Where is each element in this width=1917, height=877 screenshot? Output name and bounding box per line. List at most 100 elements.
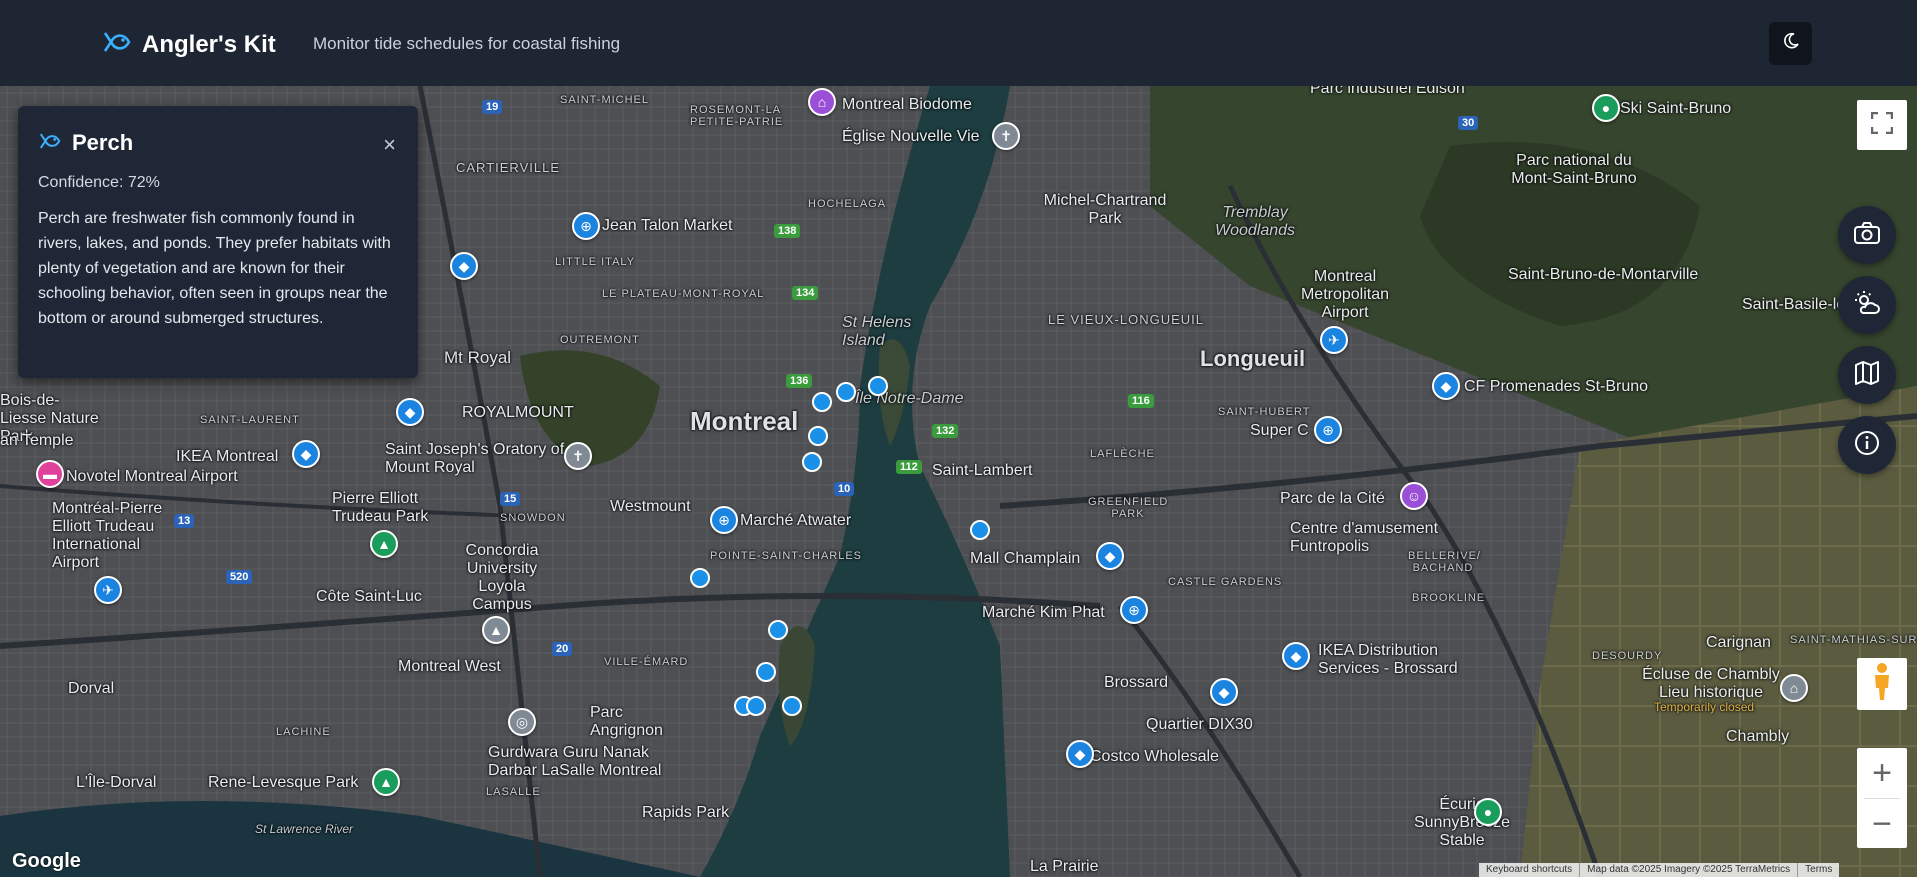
map-data-text: Map data ©2025 Imagery ©2025 TerraMetric… — [1580, 863, 1799, 877]
route-shield: 132 — [932, 424, 959, 438]
landmark-pin[interactable]: ⌂ — [1780, 674, 1808, 702]
map-label-parc-angrignon: Parc Angrignon — [590, 704, 663, 739]
map-label-longueuil: Longueuil — [1200, 346, 1306, 371]
amusement-pin[interactable]: ☺ — [1400, 482, 1428, 510]
google-logo[interactable]: Google — [12, 850, 81, 873]
map-label-rapids-park: Rapids Park — [642, 804, 730, 821]
school-pin[interactable]: ▲ — [482, 616, 510, 644]
fishing-spot-marker[interactable] — [690, 568, 710, 588]
moon-icon — [1782, 32, 1800, 55]
pegman-icon — [1871, 662, 1893, 707]
route-shield: 520 — [226, 570, 253, 584]
map-label-ecluse: Écluse de Chambly Lieu historique — [1642, 666, 1780, 701]
fishing-spot-marker[interactable] — [812, 392, 832, 412]
map-label-saint-laurent: SAINT-LAURENT — [200, 414, 300, 426]
airport-pin[interactable]: ✈ — [94, 576, 122, 604]
popup-description: Perch are freshwater fish commonly found… — [38, 210, 391, 327]
shopping-pin[interactable]: ◆ — [1066, 740, 1094, 768]
species-info-popup: Perch × Confidence: 72% Perch are freshw… — [18, 106, 418, 378]
fishing-spot-marker[interactable] — [970, 520, 990, 540]
route-shield: 138 — [774, 224, 801, 238]
fish-icon — [38, 131, 62, 156]
grocery-pin[interactable]: ⊕ — [710, 506, 738, 534]
shopping-pin[interactable]: ◆ — [1282, 642, 1310, 670]
map-label-saint-michel: SAINT-MICHEL — [560, 94, 650, 106]
map-label-petite-patrie: ROSEMONT-LA PETITE-PATRIE — [690, 104, 784, 128]
fishing-spot-marker[interactable] — [768, 620, 788, 640]
map-label-tremblay: Tremblay Woodlands — [1214, 204, 1296, 239]
fishing-spot-marker[interactable] — [836, 382, 856, 402]
shopping-pin[interactable]: ◆ — [396, 398, 424, 426]
app-title: Angler's Kit — [142, 30, 276, 58]
map-label-plateau: LE PLATEAU-MONT-ROYAL — [602, 288, 765, 300]
info-button[interactable] — [1838, 416, 1896, 474]
map-label-ikea-distribution: IKEA Distribution Services - Brossard — [1318, 642, 1458, 677]
fishing-spot-marker[interactable] — [782, 696, 802, 716]
map-label-super-c: Super C — [1250, 422, 1309, 439]
popup-title: Perch — [72, 130, 134, 155]
map-label-carignan: Carignan — [1706, 634, 1771, 651]
map-layers-button[interactable] — [1838, 346, 1896, 404]
map-label-ecurie: Écurie SunnyBreeze Stable — [1413, 796, 1511, 849]
church-pin[interactable]: ✝ — [564, 442, 592, 470]
theme-toggle-button[interactable] — [1769, 22, 1812, 65]
park-pin[interactable]: ▲ — [370, 530, 398, 558]
map-label-saint-hubert: SAINT-HUBERT — [1218, 406, 1311, 418]
map-label-mall-champlain: Mall Champlain — [970, 550, 1081, 567]
route-shield: 13 — [174, 514, 195, 528]
weather-button[interactable] — [1838, 276, 1896, 334]
map-label-costco: Costco Wholesale — [1090, 748, 1219, 765]
street-view-pegman[interactable] — [1857, 658, 1907, 710]
map-canvas[interactable]: Montreal Longueuil Montreal Biodome Égli… — [0, 86, 1917, 877]
museum-pin[interactable]: ⌂ — [808, 88, 836, 116]
stable-pin[interactable]: ● — [1474, 798, 1502, 826]
fishing-spot-marker[interactable] — [746, 696, 766, 716]
zoom-out-button[interactable]: − — [1857, 799, 1907, 849]
camera-button[interactable] — [1838, 206, 1896, 264]
airport-pin[interactable]: ✈ — [1320, 326, 1348, 354]
fullscreen-icon — [1870, 108, 1894, 142]
map-label-cote-st-luc: Côte Saint-Luc — [316, 588, 422, 605]
fishing-spot-marker[interactable] — [808, 426, 828, 446]
map-label-st-mathias: SAINT-MATHIAS-SUR — [1790, 634, 1917, 646]
fishing-spot-marker[interactable] — [868, 376, 888, 396]
map-label-royalmount: ROYALMOUNT — [462, 404, 574, 421]
map-label-saint-lambert: Saint-Lambert — [932, 462, 1033, 479]
map-label-st-helens: St Helens Island — [842, 314, 912, 349]
map-label-marche-atwater: Marché Atwater — [740, 512, 852, 529]
map-label-novotel: Novotel Montreal Airport — [66, 468, 238, 485]
map-label-marche-kim-phat: Marché Kim Phat — [982, 604, 1105, 621]
popup-confidence: Confidence: 72% — [38, 174, 160, 191]
park-pin[interactable]: ▲ — [372, 768, 400, 796]
grocery-pin[interactable]: ⊕ — [1314, 416, 1342, 444]
fishing-spot-marker[interactable] — [756, 662, 776, 682]
shopping-pin[interactable]: ◆ — [1210, 678, 1238, 706]
shopping-pin[interactable]: ◆ — [450, 252, 478, 280]
map-label-parc-cite: Parc de la Cité — [1280, 490, 1385, 507]
grocery-pin[interactable]: ⊕ — [1120, 596, 1148, 624]
route-shield: 15 — [500, 492, 521, 506]
close-icon[interactable]: × — [383, 134, 396, 156]
map-label-ski-st-bruno: Ski Saint-Bruno — [1620, 100, 1732, 117]
map-label-parc-industriel: Parc industriel Edison — [1310, 86, 1465, 97]
shopping-pin[interactable]: ◆ — [1096, 542, 1124, 570]
grocery-pin[interactable]: ⊕ — [572, 212, 600, 240]
fishing-spot-marker[interactable] — [802, 452, 822, 472]
zoom-in-button[interactable]: + — [1857, 748, 1907, 798]
fullscreen-button[interactable] — [1857, 100, 1907, 150]
church-pin[interactable]: ✝ — [992, 122, 1020, 150]
worship-pin[interactable]: ◎ — [508, 708, 536, 736]
map-label-concordia: Concordia University Loyola Campus — [465, 542, 539, 613]
shopping-pin[interactable]: ◆ — [1432, 372, 1460, 400]
map-label-ikea-montreal: IKEA Montreal — [176, 448, 279, 465]
terms-link[interactable]: Terms — [1798, 863, 1839, 877]
brand[interactable]: Angler's Kit — [102, 29, 276, 60]
map-label-lachine: LACHINE — [276, 726, 331, 738]
map-label-pet-park: Pierre Elliott Trudeau Park — [332, 490, 429, 525]
ski-pin[interactable]: ● — [1592, 94, 1620, 122]
app-tagline: Monitor tide schedules for coastal fishi… — [313, 34, 621, 53]
map-label-montreal-west: Montreal West — [398, 658, 501, 675]
hotel-pin[interactable]: ▬ — [36, 460, 64, 488]
shopping-pin[interactable]: ◆ — [292, 440, 320, 468]
keyboard-shortcuts-link[interactable]: Keyboard shortcuts — [1479, 863, 1581, 877]
